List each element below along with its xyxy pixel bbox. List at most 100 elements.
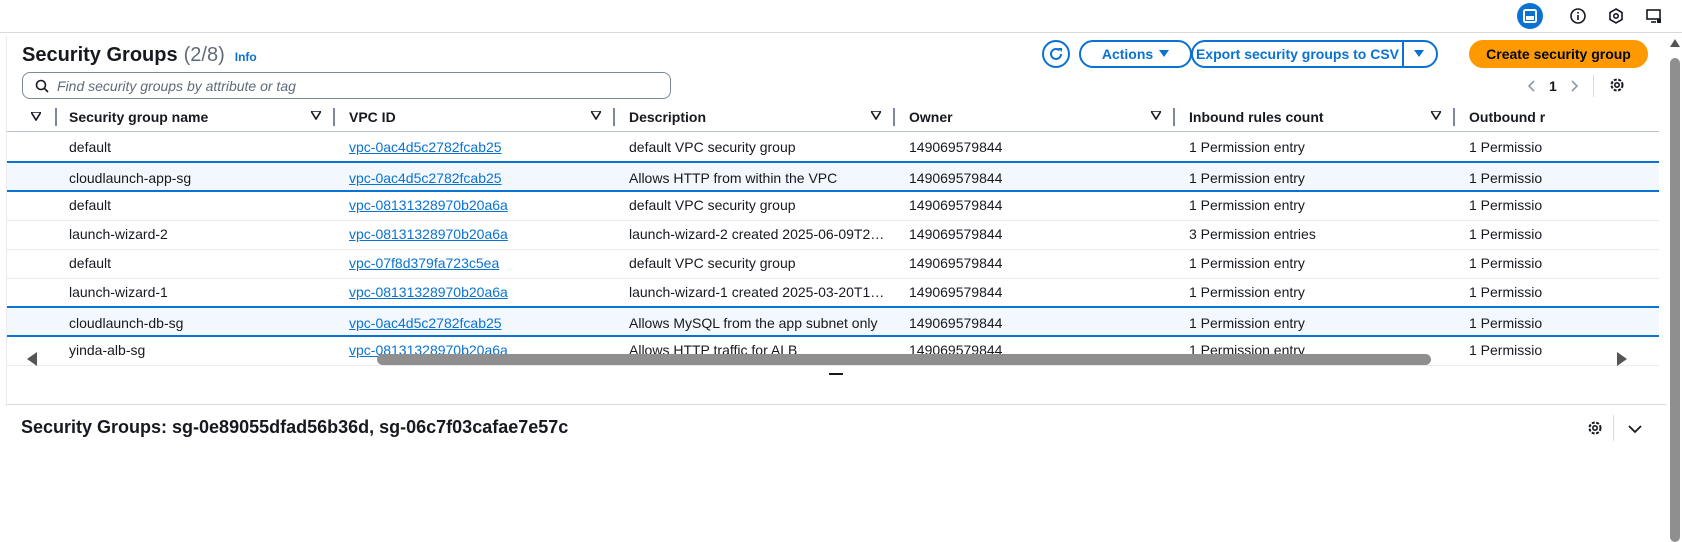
cell-description: Allows HTTP from within the VPC — [629, 169, 838, 186]
refresh-icon — [1050, 47, 1062, 60]
column-header-label: Owner — [909, 109, 953, 125]
filter-icon — [871, 111, 881, 120]
column-header-name[interactable]: Security group name — [69, 102, 335, 132]
cell-outbound: 1 Permissio — [1469, 254, 1543, 271]
vertical-scroll-thumb[interactable] — [1670, 58, 1680, 542]
info-icon[interactable] — [1565, 3, 1591, 29]
info-link[interactable]: Info — [235, 50, 257, 64]
cell-vpc-link[interactable]: vpc-08131328970b20a6a — [349, 277, 615, 306]
export-csv-label: Export security groups to CSV — [1195, 46, 1400, 62]
filter-icon — [1431, 111, 1441, 120]
column-divider — [55, 108, 57, 126]
current-page[interactable]: 1 — [1549, 78, 1557, 94]
cell-outbound: 1 Permissio — [1469, 169, 1543, 186]
split-panel: Security Groups: sg-0e89055dfad56b36d, s… — [6, 404, 1666, 542]
column-header-label: Outbound r — [1469, 109, 1546, 125]
column-header-description[interactable]: Description — [629, 102, 895, 132]
column-divider — [893, 108, 895, 126]
gear-icon[interactable] — [1608, 76, 1626, 97]
cell-owner: 149069579844 — [909, 138, 1003, 155]
cell-vpc-link[interactable]: vpc-08131328970b20a6a — [349, 190, 615, 219]
pagination-divider — [1592, 75, 1594, 97]
page-title: Security Groups — [22, 44, 178, 66]
export-options-dropdown[interactable] — [1402, 42, 1436, 66]
export-csv-button[interactable]: Export security groups to CSV — [1193, 42, 1404, 66]
cell-inbound: 1 Permission entry — [1189, 283, 1305, 300]
cell-name: default — [69, 138, 112, 155]
table-row[interactable]: launch-wizard-2 vpc-08131328970b20a6a laun… — [7, 219, 1659, 250]
table-row[interactable]: launch-wizard-1 vpc-08131328970b20a6a laun… — [7, 277, 1659, 308]
cell-name: launch-wizard-2 — [69, 225, 168, 242]
horizontal-scroll-thumb[interactable] — [377, 354, 1431, 365]
scroll-up-arrow[interactable] — [1670, 39, 1680, 47]
panel-header: Security Groups (2/8) Info — [22, 44, 257, 74]
caret-down-icon — [1159, 50, 1170, 57]
gear-icon[interactable] — [1586, 419, 1604, 440]
top-utility-bar — [0, 0, 1682, 33]
table-row[interactable]: default vpc-08131328970b20a6a default VPC … — [7, 190, 1659, 221]
cell-description: launch-wizard-2 created 2025-06-09T2… — [629, 225, 885, 242]
cell-vpc-link[interactable]: vpc-0ac4d5c2782fcab25 — [349, 132, 615, 161]
split-panel-icon[interactable] — [1517, 3, 1543, 29]
table-row[interactable]: cloudlaunch-app-sg vpc-0ac4d5c2782fcab25 A… — [7, 161, 1659, 192]
cell-vpc-link[interactable]: vpc-08131328970b20a6a — [349, 219, 615, 248]
split-panel-title: Security Groups: sg-0e89055dfad56b36d, s… — [21, 417, 569, 437]
search-field — [22, 72, 671, 99]
security-groups-table: Security group name VPC ID Description O… — [7, 102, 1659, 372]
actions-button[interactable]: Actions — [1079, 40, 1192, 68]
column-header-label: VPC ID — [349, 109, 396, 125]
split-panel-drag-handle[interactable] — [829, 373, 843, 375]
column-header-vpc[interactable]: VPC ID — [349, 102, 615, 132]
vertical-scrollbar[interactable] — [1667, 36, 1682, 542]
table-row[interactable]: cloudlaunch-db-sg vpc-0ac4d5c2782fcab25 Al… — [7, 306, 1659, 337]
cell-inbound: 1 Permission entry — [1189, 254, 1305, 271]
column-header-outbound[interactable]: Outbound r — [1469, 102, 1659, 132]
cell-outbound: 1 Permissio — [1469, 314, 1543, 331]
monitor-icon[interactable] — [1641, 3, 1667, 29]
cell-inbound: 1 Permission entry — [1189, 169, 1305, 186]
select-column-header[interactable] — [29, 102, 57, 132]
column-divider — [613, 108, 615, 126]
actions-button-label: Actions — [1101, 46, 1154, 62]
cell-outbound: 1 Permissio — [1469, 196, 1543, 213]
column-divider — [1453, 108, 1455, 126]
scroll-left-arrow[interactable] — [27, 352, 37, 366]
cell-vpc-link[interactable]: vpc-0ac4d5c2782fcab25 — [349, 163, 615, 192]
filter-icon — [31, 112, 41, 121]
chevron-left-icon[interactable] — [1527, 80, 1535, 92]
cell-description: default VPC security group — [629, 138, 796, 155]
table-row[interactable]: default vpc-0ac4d5c2782fcab25 default VPC … — [7, 132, 1659, 163]
cell-owner: 149069579844 — [909, 169, 1003, 186]
table-row[interactable]: default vpc-07f8d379fa723c5ea default VPC … — [7, 248, 1659, 279]
column-header-label: Security group name — [69, 109, 209, 125]
filter-icon — [591, 111, 601, 120]
hexagon-icon[interactable] — [1603, 3, 1629, 29]
create-security-group-button[interactable]: Create security group — [1469, 40, 1648, 68]
caret-down-icon — [1414, 50, 1424, 57]
cell-owner: 149069579844 — [909, 254, 1003, 271]
export-csv-button-group: Export security groups to CSV — [1191, 40, 1438, 68]
cell-name: default — [69, 196, 112, 213]
search-icon — [35, 79, 49, 93]
filter-icon — [311, 111, 321, 120]
scroll-right-arrow[interactable] — [1617, 352, 1627, 366]
cell-description: launch-wizard-1 created 2025-03-20T1… — [629, 283, 885, 300]
pagination: 1 — [1527, 72, 1626, 100]
cell-owner: 149069579844 — [909, 225, 1003, 242]
cell-description: default VPC security group — [629, 196, 796, 213]
filter-icon — [1151, 111, 1161, 120]
chevron-down-icon[interactable] — [1628, 421, 1642, 437]
cell-outbound: 1 Permissio — [1469, 225, 1543, 242]
cell-inbound: 3 Permission entries — [1189, 225, 1316, 242]
column-header-inbound[interactable]: Inbound rules count — [1189, 102, 1455, 132]
refresh-button[interactable] — [1042, 40, 1070, 68]
horizontal-scrollbar[interactable] — [27, 350, 1627, 366]
chevron-right-icon[interactable] — [1571, 80, 1579, 92]
search-input[interactable] — [57, 77, 637, 94]
column-divider — [333, 108, 335, 126]
cell-vpc-link[interactable]: vpc-0ac4d5c2782fcab25 — [349, 308, 615, 337]
cell-owner: 149069579844 — [909, 314, 1003, 331]
selection-count: (2/8) — [183, 44, 225, 66]
cell-vpc-link[interactable]: vpc-07f8d379fa723c5ea — [349, 248, 615, 277]
column-header-owner[interactable]: Owner — [909, 102, 1175, 132]
